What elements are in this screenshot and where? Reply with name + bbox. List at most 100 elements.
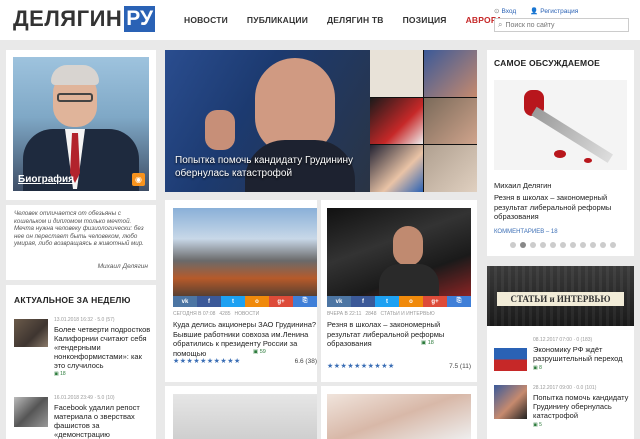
carousel-dot[interactable] (590, 242, 596, 248)
login-label: Вход (501, 8, 517, 15)
card-image (173, 394, 317, 439)
rating-value: 6.6 (38) (294, 357, 317, 365)
nav-publications[interactable]: ПУБЛИКАЦИИ (247, 15, 308, 25)
card-category: НОВОСТИ (234, 311, 260, 317)
item-meta: 08.12.2017 07:00 · 0 (183) (533, 337, 593, 343)
vk-share-icon[interactable]: vk (327, 296, 351, 307)
site-logo[interactable]: ДЕЛЯГИН РУ (13, 6, 156, 32)
share-bar: vk f t o g+ ⎘ (327, 296, 471, 307)
list-item[interactable]: 13.01.2018 16:32 · 5.0 (57) Более четвер… (14, 317, 154, 377)
carousel-dot[interactable] (550, 242, 556, 248)
googleplus-share-icon[interactable]: g+ (423, 296, 447, 307)
hero-panel[interactable]: Попытка помочь кандидату Грудинину оберн… (165, 50, 477, 192)
card-rating: ★★★★★★★★★★ 7.5 (11) (327, 362, 471, 371)
card-image (327, 394, 471, 439)
item-title: Попытка помочь кандидату Грудинину оберн… (533, 393, 629, 420)
card-date: ВЧЕРА В 22:11 (327, 311, 362, 317)
site-header: ДЕЛЯГИН РУ НОВОСТИ ПУБЛИКАЦИИ ДЕЛЯГИН ТВ… (0, 0, 640, 40)
card-image (173, 208, 317, 296)
discussed-text[interactable]: Резня в школах – закономерный результат … (494, 193, 629, 222)
ok-share-icon[interactable]: o (399, 296, 423, 307)
news-card[interactable]: vk f t o g+ ⎘ ВЧЕРА В 22:11 2848 СТАТЬИ … (321, 200, 477, 382)
list-item[interactable]: 08.12.2017 07:00 · 0 (183) Экономику РФ … (494, 334, 634, 378)
card-views: 2848 (365, 311, 377, 317)
item-comments: ▣ 8 (533, 365, 542, 371)
item-comments-count: 5 (539, 422, 542, 428)
vk-share-icon[interactable]: vk (173, 296, 197, 307)
carousel-dot[interactable] (540, 242, 546, 248)
item-comments: ▣ 5 (533, 422, 542, 428)
quote-author: Михаил Делягин (97, 263, 148, 270)
card-title: Резня в школах – закономерный результат … (327, 320, 445, 348)
card-category: СТАТЬИ И ИНТЕРВЬЮ (380, 311, 435, 317)
hero-caption: Попытка помочь кандидату Грудинину оберн… (175, 155, 354, 179)
card-date: СЕГОДНЯ В 07:08 (173, 311, 216, 317)
card-views: 4285 (219, 311, 231, 317)
bio-panel: Биография ◉ (6, 50, 156, 200)
card-image (327, 208, 471, 296)
item-thumbnail (14, 397, 48, 427)
search-input[interactable] (505, 21, 616, 29)
login-icon: ⊙ (494, 8, 500, 15)
item-meta: 13.01.2018 16:32 · 5.0 (57) (54, 317, 115, 323)
search-icon: ⌕ (498, 20, 503, 29)
item-comments: ▣ 18 (54, 371, 66, 377)
nav-position[interactable]: ПОЗИЦИЯ (403, 15, 447, 25)
carousel-dot[interactable] (580, 242, 586, 248)
carousel-dot[interactable] (600, 242, 606, 248)
discussed-image[interactable] (494, 80, 627, 170)
twitter-share-icon[interactable]: t (375, 296, 399, 307)
item-comments-count: 18 (60, 371, 66, 377)
twitter-share-icon[interactable]: t (221, 296, 245, 307)
carousel-dot[interactable] (530, 242, 536, 248)
register-label: Регистрация (540, 8, 579, 15)
news-card[interactable]: vk f t o g+ ⎘ СЕГОДНЯ В 07:08 4285 НОВОС… (165, 200, 317, 382)
actual-title: АКТУАЛЬНОЕ ЗА НЕДЕЛЮ (14, 295, 131, 305)
share-bar: vk f t o g+ ⎘ (173, 296, 317, 307)
card-comments: ▣ 59 (253, 349, 266, 355)
item-meta: 28.12.2017 09:00 · 0.0 (101) (533, 385, 597, 391)
logo-badge: РУ (124, 6, 156, 32)
list-item[interactable]: 16.01.2018 23:49 · 5.0 (10) Facebook уда… (14, 393, 154, 439)
rss-icon[interactable]: ◉ (132, 173, 145, 186)
nav-delyagin-tv[interactable]: ДЕЛЯГИН ТВ (327, 15, 384, 25)
news-card[interactable] (165, 386, 317, 439)
item-thumbnail (494, 385, 527, 419)
rating-value: 7.5 (11) (449, 362, 471, 370)
carousel-dot[interactable] (560, 242, 566, 248)
hero-grid (370, 50, 477, 192)
carousel-dot[interactable] (510, 242, 516, 248)
card-title: Куда делись акционеры ЗАО Грудинина? Быв… (173, 320, 317, 358)
discussed-title: САМОЕ ОБСУЖДАЕМОЕ (494, 58, 601, 68)
articles-banner-label: СТАТЬИ и ИНТЕРВЬЮ (497, 292, 624, 306)
discussed-comments[interactable]: КОММЕНТАРИЕВ – 18 (494, 229, 558, 235)
quote-text: Человек отличается от обезьяны с кошельк… (14, 210, 144, 247)
user-icon: 👤 (530, 8, 539, 15)
item-thumbnail (14, 319, 48, 347)
carousel-dot[interactable] (610, 242, 616, 248)
login-link[interactable]: ⊙ Вход (494, 7, 516, 15)
rating-stars[interactable]: ★★★★★★★★★★ (327, 362, 395, 370)
news-card[interactable] (321, 386, 477, 439)
link-share-icon[interactable]: ⎘ (447, 296, 471, 307)
bio-photo[interactable] (13, 57, 149, 191)
link-share-icon[interactable]: ⎘ (293, 296, 317, 307)
facebook-share-icon[interactable]: f (351, 296, 375, 307)
actual-panel: АКТУАЛЬНОЕ ЗА НЕДЕЛЮ 13.01.2018 16:32 · … (6, 285, 156, 439)
discussed-author: Михаил Делягин (494, 181, 552, 190)
auth-links: ⊙ Вход 👤 Регистрация (494, 7, 578, 15)
item-title: Более четверти подростков Калифорнии счи… (54, 325, 151, 370)
carousel-dot[interactable] (570, 242, 576, 248)
list-item[interactable]: 28.12.2017 09:00 · 0.0 (101) Попытка пом… (494, 382, 634, 432)
bio-link[interactable]: Биография (18, 174, 74, 185)
carousel-dot-active[interactable] (520, 242, 526, 248)
nav-news[interactable]: НОВОСТИ (184, 15, 228, 25)
facebook-share-icon[interactable]: f (197, 296, 221, 307)
articles-banner[interactable]: СТАТЬИ и ИНТЕРВЬЮ (487, 266, 634, 326)
rating-stars[interactable]: ★★★★★★★★★★ (173, 357, 241, 365)
quote-panel: Человек отличается от обезьяны с кошельк… (6, 205, 156, 280)
ok-share-icon[interactable]: o (245, 296, 269, 307)
googleplus-share-icon[interactable]: g+ (269, 296, 293, 307)
register-link[interactable]: 👤 Регистрация (530, 7, 578, 15)
carousel-dots (510, 242, 616, 248)
